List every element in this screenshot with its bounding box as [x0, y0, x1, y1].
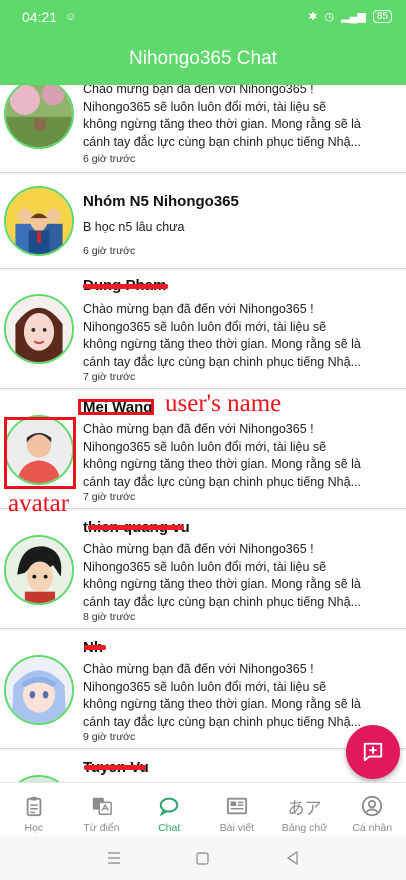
- garden-photo-avatar[interactable]: [4, 85, 74, 149]
- chat-list-item[interactable]: Dung Pham Chào mừng bạn đã đến với Nihon…: [0, 271, 406, 389]
- nav-label: Bảng chữ: [281, 822, 328, 834]
- chat-time: 6 giờ trước: [83, 153, 136, 165]
- avatar-annotation: avatar: [8, 490, 70, 517]
- chat-list-item[interactable]: Nh Chào mừng bạn đã đến với Nihongo365 !…: [0, 631, 406, 749]
- system-nav-bar: [0, 836, 406, 880]
- clipboard-icon: [22, 794, 46, 818]
- battery-icon: 85: [372, 10, 392, 23]
- nav-label: Bài viết: [219, 822, 255, 834]
- nav-label: Học: [24, 822, 44, 834]
- chat-time: 9 giờ trước: [83, 731, 136, 743]
- nav-label: Từ điển: [83, 822, 120, 834]
- kana-icon: あア: [287, 798, 322, 818]
- chat-message-preview: Chào mừng bạn đã đến với Nihongo365 ! Ni…: [83, 422, 361, 489]
- nav-item-bai-viet[interactable]: Bài viết: [203, 783, 271, 836]
- group-avatar[interactable]: [4, 186, 74, 256]
- chat-bubble-icon: [157, 794, 181, 818]
- new-chat-button[interactable]: [346, 725, 400, 779]
- chat-list-item[interactable]: Chào mừng bạn đã đến với Nihongo365 ! Ni…: [0, 85, 406, 173]
- translate-icon: [90, 794, 114, 818]
- nav-item-bang-chu[interactable]: あア Bảng chữ: [271, 783, 339, 836]
- nav-item-hoc[interactable]: Học: [0, 783, 68, 836]
- anime-boy-avatar[interactable]: [4, 535, 74, 605]
- menu-icon[interactable]: [104, 848, 124, 868]
- bluetooth-icon: ✱: [308, 11, 318, 23]
- status-time: 04:21: [22, 8, 58, 25]
- anime-girl-avatar[interactable]: [4, 655, 74, 725]
- chat-message-preview: Chào mừng bạn đã đến với Nihongo365 ! Ni…: [83, 85, 361, 149]
- alarm-icon: ◷: [324, 11, 335, 23]
- redaction-mark: [88, 525, 184, 530]
- chat-list-item[interactable]: Tuyen Vu: [0, 751, 406, 782]
- redaction-mark: [84, 645, 106, 650]
- home-icon[interactable]: [193, 848, 213, 868]
- back-icon[interactable]: [282, 848, 302, 868]
- nav-label: Cá nhân: [352, 822, 393, 834]
- page-title: Nihongo365 Chat: [129, 48, 277, 69]
- user-name-annotation: user's name: [165, 390, 282, 417]
- chat-time: 7 giờ trước: [83, 371, 136, 383]
- add-chat-icon: [363, 742, 383, 762]
- user-name-highlight: [78, 399, 154, 415]
- status-icons: ✱ ◷ ▂▄▆ 85: [308, 10, 392, 23]
- nav-item-ca-nhan[interactable]: Cá nhân: [338, 783, 406, 836]
- redaction-mark: [84, 765, 146, 770]
- android-icon: ☺: [65, 10, 77, 23]
- status-bar: 04:21 ☺ ✱ ◷ ▂▄▆ 85: [0, 0, 406, 33]
- photo-avatar[interactable]: [4, 775, 74, 782]
- chat-message-preview: Chào mừng bạn đã đến với Nihongo365 ! Ni…: [83, 542, 361, 609]
- chat-time: 8 giờ trước: [83, 611, 136, 623]
- profile-icon: [360, 794, 384, 818]
- chat-user-name: Nhóm N5 Nihongo365: [83, 193, 239, 210]
- chat-message-preview: Chào mừng bạn đã đến với Nihongo365 ! Ni…: [83, 662, 361, 729]
- nav-item-chat[interactable]: Chat: [135, 783, 203, 836]
- nav-item-tu-dien[interactable]: Từ điển: [68, 783, 136, 836]
- avatar-highlight: [4, 417, 76, 489]
- girl-photo-avatar[interactable]: [4, 294, 74, 364]
- app-header: Nihongo365 Chat: [0, 33, 406, 85]
- chat-list-item[interactable]: Nhóm N5 Nihongo365 B học n5 lâu chưa 6 g…: [0, 175, 406, 269]
- signal-icon: ▂▄▆: [341, 11, 366, 23]
- article-icon: [225, 794, 249, 818]
- redaction-mark: [83, 284, 168, 289]
- chat-time: 6 giờ trước: [83, 245, 136, 257]
- chat-list[interactable]: Chào mừng bạn đã đến với Nihongo365 ! Ni…: [0, 85, 406, 782]
- nav-label: Chat: [158, 822, 181, 834]
- chat-time: 7 giờ trước: [83, 491, 136, 503]
- chat-message-preview: B học n5 lâu chưa: [83, 220, 185, 234]
- chat-list-item[interactable]: thien quang vu Chào mừng bạn đã đến với …: [0, 511, 406, 629]
- chat-message-preview: Chào mừng bạn đã đến với Nihongo365 ! Ni…: [83, 302, 361, 369]
- bottom-nav: Học Từ điển Chat Bài viết あア Bảng chữ Cá…: [0, 782, 406, 836]
